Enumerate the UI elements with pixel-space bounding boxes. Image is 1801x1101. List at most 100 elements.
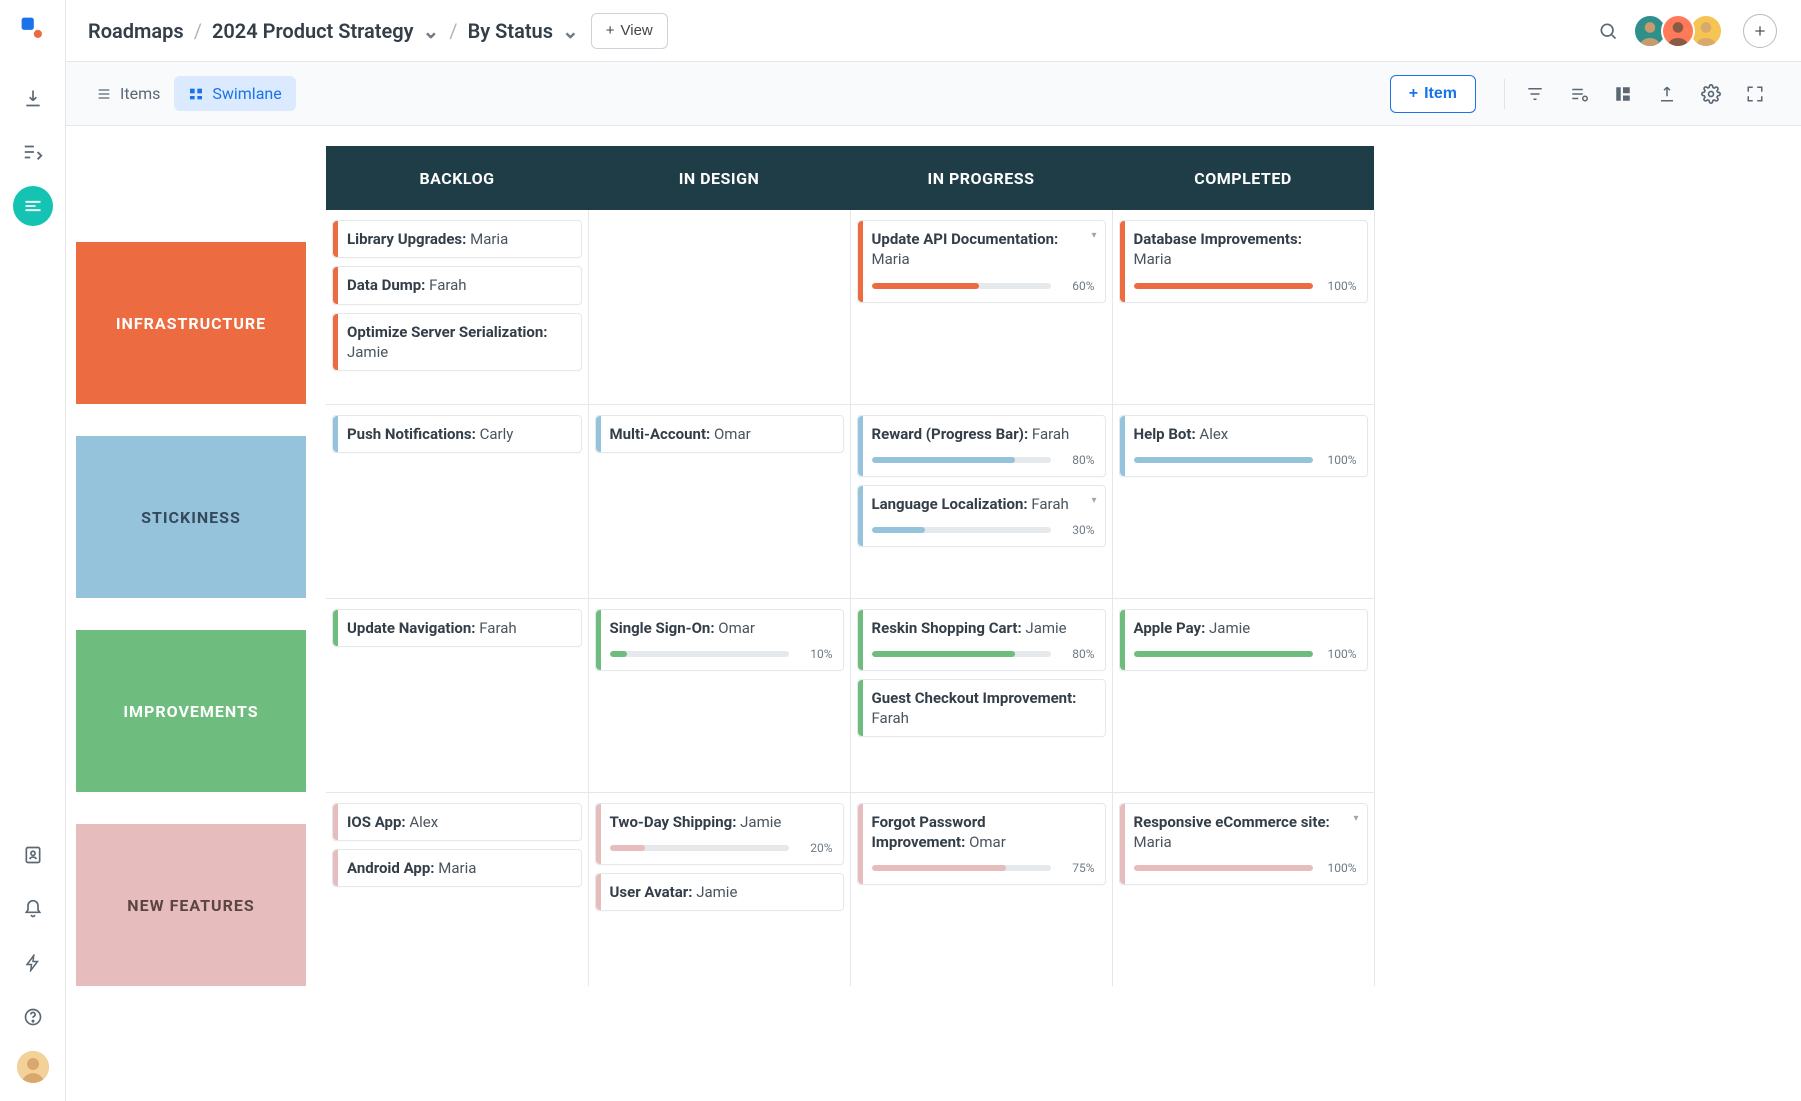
board-cell[interactable]: IOS App: Alex Android App: Maria (326, 792, 588, 986)
bell-icon[interactable] (13, 889, 53, 929)
card[interactable]: Language Localization: Farah▾30% (857, 485, 1106, 547)
card-assignee: Farah (872, 709, 909, 727)
board-cell[interactable]: Push Notifications: Carly (326, 404, 588, 598)
current-user-avatar[interactable] (17, 1051, 49, 1083)
card[interactable]: IOS App: Alex (332, 803, 582, 841)
board-cell[interactable]: Two-Day Shipping: Jamie20% User Avatar: J… (588, 792, 850, 986)
card-title: Push Notifications: Carly (347, 424, 571, 444)
board-cell[interactable]: Database Improvements: Maria100% (1112, 210, 1374, 404)
card-title: User Avatar: Jamie (610, 882, 833, 902)
card-stripe (596, 416, 601, 452)
card-assignee: Jamie (1025, 619, 1066, 637)
card-menu-icon[interactable]: ▾ (1091, 494, 1096, 508)
board-cell[interactable]: Reward (Progress Bar): Farah80% Language … (850, 404, 1112, 598)
filter-icon[interactable] (1513, 72, 1557, 116)
breadcrumb-view[interactable]: By Status ⌄ (468, 19, 579, 43)
board-cell[interactable]: Reskin Shopping Cart: Jamie80% Guest Chec… (850, 598, 1112, 792)
lane-header[interactable]: STICKINESS (76, 436, 306, 598)
card-stripe (858, 221, 863, 302)
card[interactable]: Single Sign-On: Omar10% (595, 609, 844, 671)
contacts-icon[interactable] (13, 835, 53, 875)
layout-icon[interactable] (1601, 72, 1645, 116)
card[interactable]: Responsive eCommerce site: Maria▾100% (1119, 803, 1368, 886)
export-icon[interactable] (1645, 72, 1689, 116)
view-items-button[interactable]: Items (82, 76, 174, 111)
card[interactable]: Update API Documentation: Maria▾60% (857, 220, 1106, 303)
card[interactable]: Data Dump: Farah (332, 266, 582, 304)
board-cell[interactable]: Single Sign-On: Omar10% (588, 598, 850, 792)
card[interactable]: Library Upgrades: Maria (332, 220, 582, 258)
card-title: Apple Pay: Jamie (1134, 618, 1357, 638)
card-menu-icon[interactable]: ▾ (1353, 812, 1358, 826)
search-icon[interactable] (1591, 14, 1625, 48)
board-cell[interactable] (588, 210, 850, 404)
progress-bar (872, 457, 1051, 463)
card[interactable]: Apple Pay: Jamie100% (1119, 609, 1368, 671)
card-title: Reward (Progress Bar): Farah (872, 424, 1095, 444)
bolt-icon[interactable] (13, 943, 53, 983)
card[interactable]: Multi-Account: Omar (595, 415, 844, 453)
avatar[interactable] (1661, 14, 1695, 48)
board-cell[interactable]: Forgot Password Improvement: Omar75% (850, 792, 1112, 986)
breadcrumb-sep: / (449, 19, 457, 43)
card[interactable]: Update Navigation: Farah (332, 609, 582, 647)
chevron-down-icon[interactable]: ⌄ (557, 19, 579, 43)
view-swimlane-button[interactable]: Swimlane (174, 76, 295, 111)
card[interactable]: Android App: Maria (332, 849, 582, 887)
lane-header[interactable]: IMPROVEMENTS (76, 630, 306, 792)
swimlane-nav-icon[interactable] (13, 186, 53, 226)
download-icon[interactable] (13, 78, 53, 118)
add-item-button[interactable]: +Item (1390, 75, 1476, 113)
card[interactable]: Push Notifications: Carly (332, 415, 582, 453)
card-assignee: Jamie (1209, 619, 1250, 637)
card-stripe (596, 610, 601, 670)
divider (1504, 79, 1505, 109)
board-cell[interactable]: Responsive eCommerce site: Maria▾100% (1112, 792, 1374, 986)
lane-header[interactable]: NEW FEATURES (76, 824, 306, 986)
breadcrumb-board[interactable]: 2024 Product Strategy ⌄ (212, 19, 439, 43)
board: BACKLOGIN DESIGNIN PROGRESSCOMPLETEDINFR… (76, 146, 1375, 986)
board-cell[interactable]: Library Upgrades: Maria Data Dump: Farah O… (326, 210, 588, 404)
help-icon[interactable] (13, 997, 53, 1037)
add-collaborator-button[interactable] (1743, 14, 1777, 48)
progress-percent: 10% (799, 646, 833, 662)
card-menu-icon[interactable]: ▾ (1091, 229, 1096, 243)
card[interactable]: Forgot Password Improvement: Omar75% (857, 803, 1106, 886)
breadcrumb-root[interactable]: Roadmaps (88, 19, 184, 43)
card[interactable]: Help Bot: Alex100% (1119, 415, 1368, 477)
card-stripe (333, 804, 338, 840)
card-title: Library Upgrades: Maria (347, 229, 571, 249)
fullscreen-icon[interactable] (1733, 72, 1777, 116)
card[interactable]: Reward (Progress Bar): Farah80% (857, 415, 1106, 477)
card-stripe (1120, 221, 1125, 302)
card-title: IOS App: Alex (347, 812, 571, 832)
card[interactable]: Database Improvements: Maria100% (1119, 220, 1368, 303)
card-assignee: Carly (480, 425, 514, 443)
card-title: Optimize Server Serialization: Jamie (347, 322, 571, 363)
card-stripe (858, 486, 863, 546)
board-cell[interactable]: Apple Pay: Jamie100% (1112, 598, 1374, 792)
card-assignee: Maria (1134, 833, 1172, 851)
card[interactable]: Guest Checkout Improvement: Farah (857, 679, 1106, 738)
board-cell[interactable]: Update API Documentation: Maria▾60% (850, 210, 1112, 404)
card-assignee: Maria (872, 250, 910, 268)
card[interactable]: Optimize Server Serialization: Jamie (332, 313, 582, 372)
list-arrow-icon[interactable] (13, 132, 53, 172)
collaborator-avatars[interactable] (1639, 14, 1723, 48)
progress-percent: 20% (799, 840, 833, 856)
column-header: IN PROGRESS (850, 146, 1112, 210)
board-cell[interactable]: Help Bot: Alex100% (1112, 404, 1374, 598)
card[interactable]: User Avatar: Jamie (595, 873, 844, 911)
lane-header[interactable]: INFRASTRUCTURE (76, 242, 306, 404)
app-logo[interactable] (20, 16, 46, 42)
card[interactable]: Reskin Shopping Cart: Jamie80% (857, 609, 1106, 671)
board-cell[interactable]: Multi-Account: Omar (588, 404, 850, 598)
board-scroll[interactable]: BACKLOGIN DESIGNIN PROGRESSCOMPLETEDINFR… (66, 126, 1801, 1101)
add-view-button[interactable]: +View (591, 13, 668, 49)
chevron-down-icon[interactable]: ⌄ (418, 19, 440, 43)
tag-icon[interactable] (1557, 72, 1601, 116)
card[interactable]: Two-Day Shipping: Jamie20% (595, 803, 844, 865)
board-cell[interactable]: Update Navigation: Farah (326, 598, 588, 792)
settings-icon[interactable] (1689, 72, 1733, 116)
card-title: Update API Documentation: Maria (872, 229, 1095, 270)
